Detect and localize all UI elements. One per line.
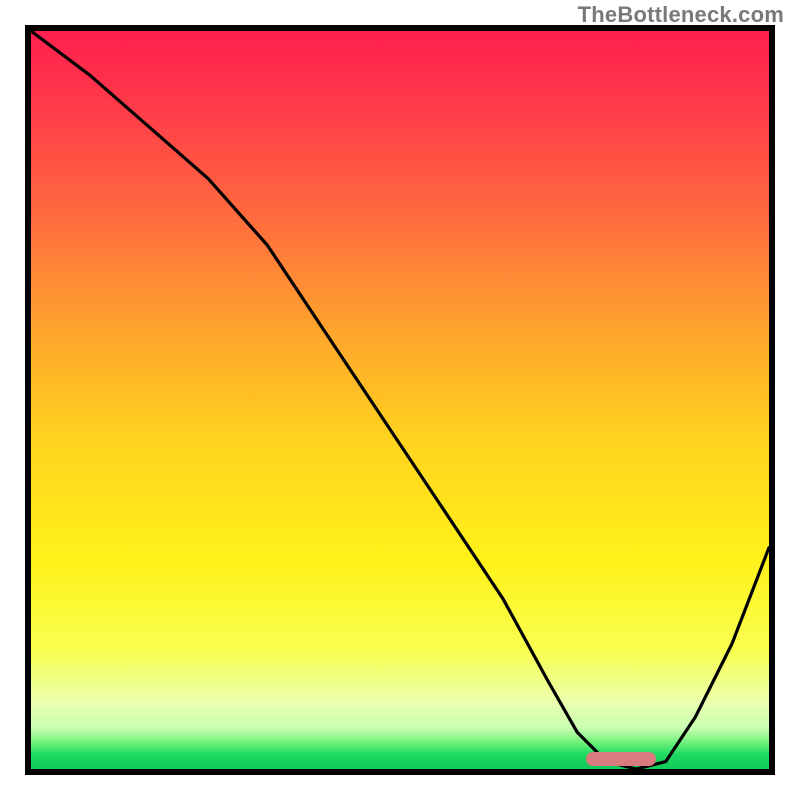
line-series (31, 31, 769, 769)
plot-area (25, 25, 775, 775)
optimal-range-marker (586, 752, 656, 766)
figure: TheBottleneck.com (0, 0, 800, 800)
bottleneck-curve-path (31, 31, 769, 769)
